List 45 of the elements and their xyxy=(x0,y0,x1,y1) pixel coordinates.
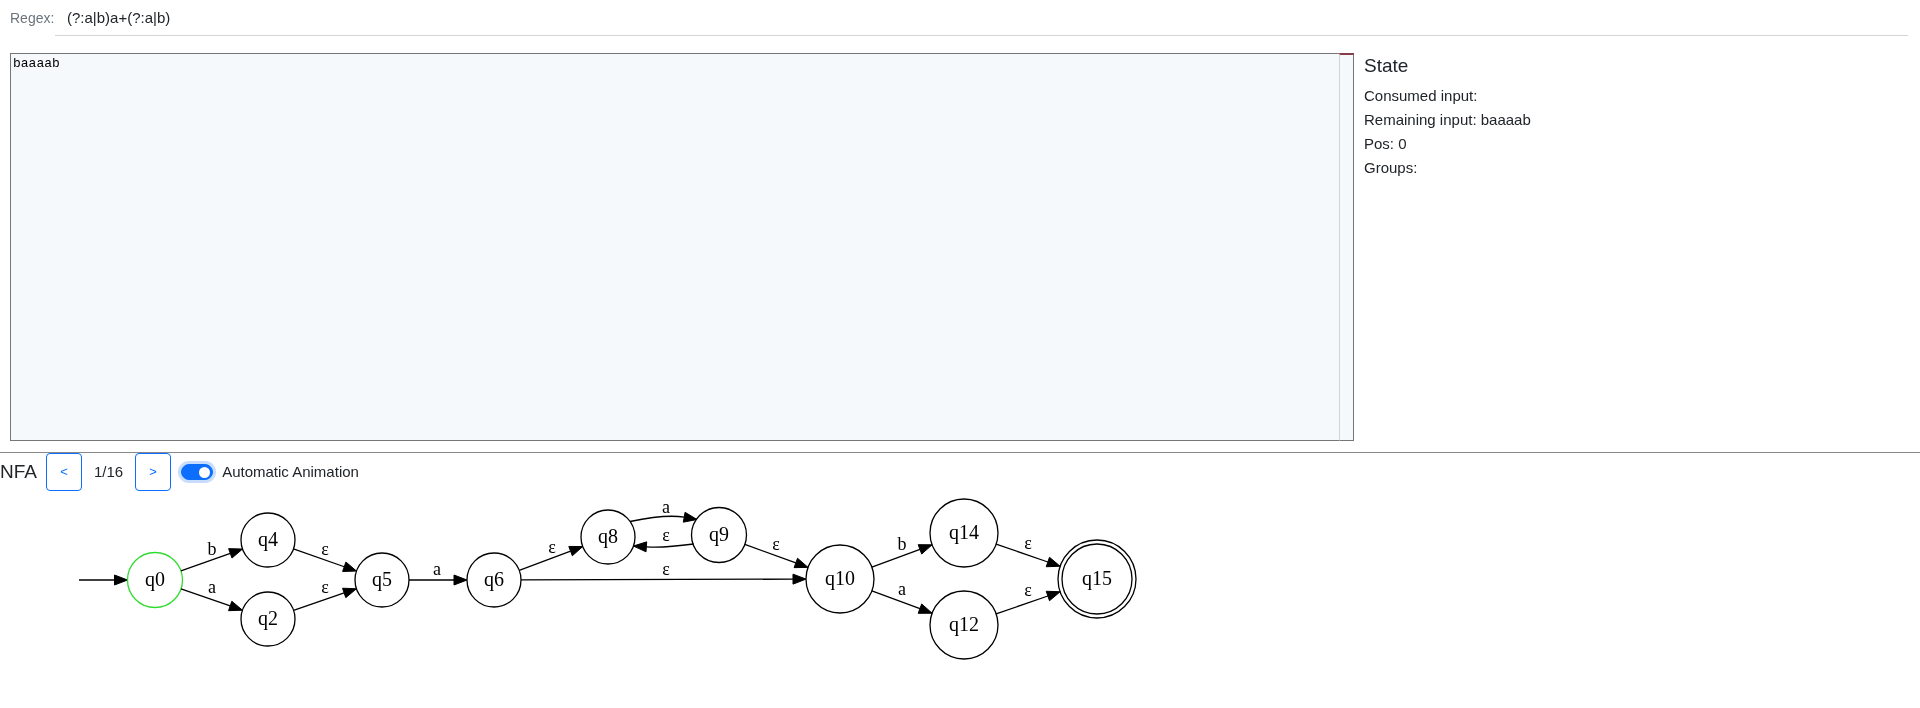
test-string-field[interactable]: baaaab xyxy=(10,53,1339,441)
state-node: q0 xyxy=(126,551,184,609)
transition-label: ε xyxy=(662,559,670,579)
next-step-button[interactable]: > xyxy=(135,453,172,491)
state-info-line: Pos: 0 xyxy=(1364,134,1408,154)
state-info-line: Groups: xyxy=(1364,158,1419,178)
state-node: q9 xyxy=(690,506,748,564)
transition-arrow xyxy=(408,574,468,586)
state-node: q12 xyxy=(929,590,999,660)
transition-label: b xyxy=(207,539,217,559)
state-node: q4 xyxy=(240,512,296,568)
transition-label: ε xyxy=(1024,533,1032,553)
transition-arrow xyxy=(629,511,698,523)
state-info-line: Remaining input: baaaab xyxy=(1364,110,1531,130)
transition-label: ε xyxy=(321,539,329,559)
state-node: q8 xyxy=(580,509,636,565)
toggle-switch[interactable] xyxy=(178,461,217,483)
transition-label: ε xyxy=(662,525,670,545)
state-node: q10 xyxy=(805,544,875,614)
transition-label: a xyxy=(662,497,670,517)
nfa-title: NFA xyxy=(0,460,37,484)
regex-label: Regex: xyxy=(10,8,55,28)
scrollbar-track[interactable] xyxy=(1339,53,1354,441)
transition-arrow xyxy=(632,541,695,553)
transition-label: a xyxy=(898,579,906,599)
transition-label: ε xyxy=(548,537,556,557)
previous-step-button[interactable]: < xyxy=(45,453,82,491)
state-node: q14 xyxy=(929,498,999,568)
toggle-label[interactable]: Automatic Animation xyxy=(222,460,359,484)
state-node: q6 xyxy=(466,552,522,608)
state-node: q5 xyxy=(354,552,410,608)
state-node: q2 xyxy=(240,591,296,647)
state-info-line: Consumed input: xyxy=(1364,86,1479,106)
transition-arrow xyxy=(292,548,357,572)
transition-label: ε xyxy=(772,534,780,554)
state-heading: State xyxy=(1364,54,1410,78)
transition-label: b xyxy=(897,534,907,554)
transition-label: a xyxy=(208,577,216,597)
transition-arrow xyxy=(744,543,809,569)
transition-label: ε xyxy=(321,577,329,597)
transition-label: ε xyxy=(1024,580,1032,600)
accepting-state-node: q15 xyxy=(1057,539,1137,619)
step-counter: 1/16 xyxy=(93,461,124,482)
regex-input-field[interactable]: (?:a|b)a+(?:a|b) xyxy=(55,0,1908,36)
transition-label: a xyxy=(433,559,441,579)
